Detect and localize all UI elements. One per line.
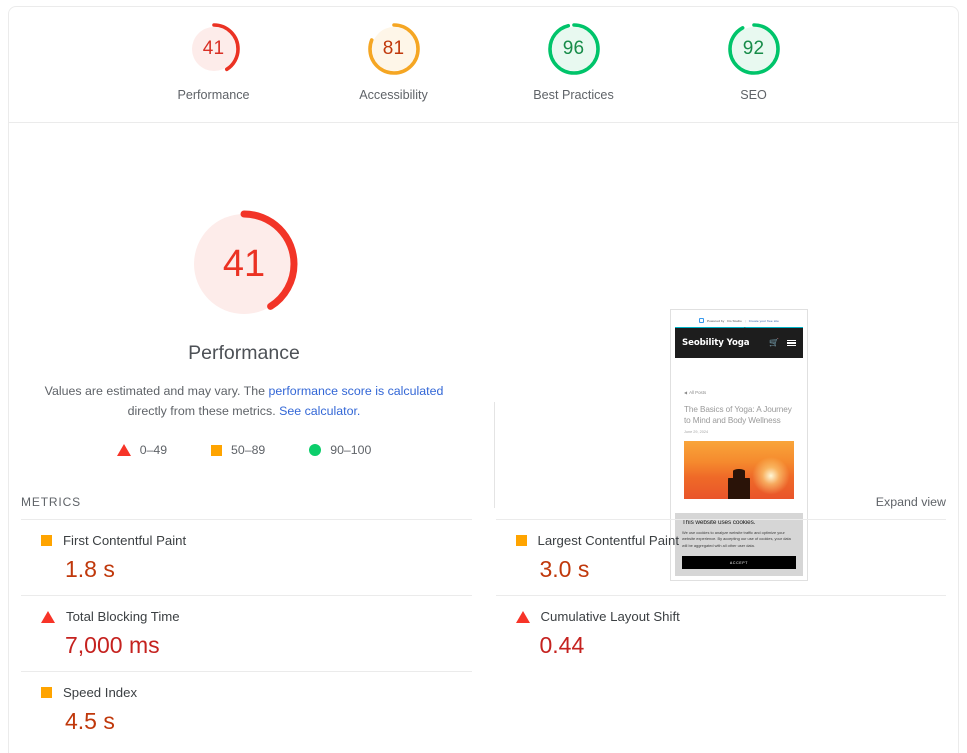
metrics-grid: First Contentful Paint 1.8 s Largest Conte… — [21, 519, 946, 747]
metrics-title: METRICS — [21, 495, 81, 509]
score-gauges-strip: 41 Performance 81 Accessibility 96 Best Pract… — [9, 7, 958, 123]
site-brand-name: Seobility Yoga — [682, 338, 750, 348]
legend-item: 0–49 — [116, 443, 168, 457]
performance-detail-section: 41 Performance Values are estimated and … — [9, 123, 958, 581]
performance-gauge-value: 41 — [222, 242, 266, 285]
gauge-ring: 92 — [726, 21, 782, 77]
report-card: 41 Performance 81 Accessibility 96 Best Pract… — [8, 6, 959, 753]
metric-item[interactable]: Largest Contentful Paint 3.0 s — [495, 519, 947, 595]
hamburger-menu-icon — [787, 339, 796, 347]
metric-item[interactable]: First Contentful Paint 1.8 s — [21, 519, 472, 595]
metric-item[interactable]: Total Blocking Time 7,000 ms — [21, 595, 472, 671]
metric-header: Total Blocking Time — [41, 609, 472, 624]
expand-view-toggle[interactable]: Expand view — [876, 495, 946, 509]
square-icon — [41, 687, 52, 698]
triangle-icon — [515, 610, 530, 623]
performance-title: Performance — [188, 342, 300, 364]
promo-create-link: Create your free site — [748, 318, 779, 323]
metric-header: Cumulative Layout Shift — [515, 609, 947, 624]
metric-value: 4.5 s — [65, 708, 115, 734]
article-date: June 29, 2024 — [684, 430, 709, 434]
legend-range: 90–100 — [330, 443, 372, 457]
gauge-label: Accessibility — [359, 88, 428, 102]
gauge-value: 92 — [742, 38, 765, 59]
legend-item: 90–100 — [309, 443, 371, 457]
article-title: The Basics of Yoga: A Journey to Mind an… — [684, 405, 792, 425]
metric-grid-filler — [496, 671, 947, 747]
desc-text-prefix: Values are estimated and may vary. The — [44, 384, 269, 398]
metric-header: Speed Index — [41, 685, 472, 700]
performance-gauge: 41 — [187, 207, 301, 321]
square-icon — [211, 444, 223, 456]
site-promo-banner: Powered by Do Studio | Create your free … — [675, 314, 803, 328]
vertical-divider — [494, 402, 495, 508]
square-icon — [515, 535, 527, 546]
metric-value: 7,000 ms — [65, 632, 160, 658]
metric-label: Speed Index — [63, 685, 138, 700]
metric-value: 3.0 s — [539, 556, 590, 582]
metric-label: Total Blocking Time — [66, 609, 180, 624]
triangle-icon — [116, 444, 131, 456]
gauge-label: Performance — [177, 88, 250, 102]
score-gauge-performance[interactable]: 41 Performance — [151, 21, 276, 102]
metric-label: First Contentful Paint — [63, 533, 187, 548]
promo-separator: | — [744, 318, 746, 323]
metrics-section: METRICS Expand view First Contentful Pai… — [9, 495, 958, 747]
promo-brand-text: Do Studio — [727, 318, 742, 323]
gauge-value: 41 — [202, 38, 225, 59]
performance-score-link[interactable]: performance score is calculated — [268, 384, 443, 398]
gauge-label: Best Practices — [533, 88, 614, 102]
lighthouse-report-page: 41 Performance 81 Accessibility 96 Best Pract… — [0, 0, 967, 753]
header-icons: 🛒 — [769, 339, 796, 347]
metric-value: 0.44 — [539, 632, 585, 658]
triangle-icon — [41, 610, 55, 623]
score-legend: 0–49 50–89 90–100 — [116, 443, 371, 457]
metrics-header: METRICS Expand view — [21, 495, 946, 519]
legend-item: 50–89 — [211, 443, 265, 457]
score-gauge-best-practices[interactable]: 96 Best Practices — [511, 21, 636, 102]
all-posts-label: All Posts — [689, 390, 707, 395]
gauge-ring: 41 — [186, 21, 242, 77]
legend-range: 0–49 — [139, 443, 168, 457]
score-gauge-seo[interactable]: 92 SEO — [691, 21, 816, 102]
gauge-value: 96 — [562, 38, 585, 59]
metric-item[interactable]: Cumulative Layout Shift 0.44 — [495, 595, 947, 671]
metric-header: First Contentful Paint — [41, 533, 472, 548]
metric-header: Largest Contentful Paint — [515, 533, 947, 548]
metric-item[interactable]: Speed Index 4.5 s — [21, 671, 472, 747]
performance-gauge-column: 41 Performance Values are estimated and … — [9, 123, 479, 457]
site-header-bar: Seobility Yoga 🛒 — [675, 328, 803, 358]
gauge-ring: 96 — [546, 21, 602, 77]
back-caret-icon: ◀ — [684, 390, 688, 395]
promo-powered-text: Powered by — [707, 318, 725, 323]
metric-value: 1.8 s — [65, 556, 115, 582]
legend-range: 50–89 — [231, 443, 266, 457]
cart-icon: 🛒 — [769, 338, 779, 347]
score-gauge-accessibility[interactable]: 81 Accessibility — [331, 21, 456, 102]
article-hero-image — [684, 441, 794, 499]
performance-description: Values are estimated and may vary. The p… — [44, 381, 444, 421]
square-icon — [41, 535, 52, 546]
see-calculator-link[interactable]: See calculator. — [279, 404, 360, 418]
all-posts-link: ◀ All Posts — [684, 390, 794, 395]
metric-label: Cumulative Layout Shift — [540, 609, 680, 624]
wix-logo-icon — [699, 318, 705, 323]
circle-icon — [309, 444, 322, 456]
gauge-ring: 81 — [366, 21, 422, 77]
metric-label: Largest Contentful Paint — [537, 533, 680, 548]
desc-text-middle: directly from these metrics. — [127, 404, 280, 418]
screenshot-page-body: ◀ All Posts The Basics of Yoga: A Journe… — [675, 390, 803, 499]
gauge-value: 81 — [382, 38, 405, 59]
score-gauges-row: 41 Performance 81 Accessibility 96 Best Pract… — [9, 7, 958, 102]
gauge-label: SEO — [740, 88, 767, 102]
